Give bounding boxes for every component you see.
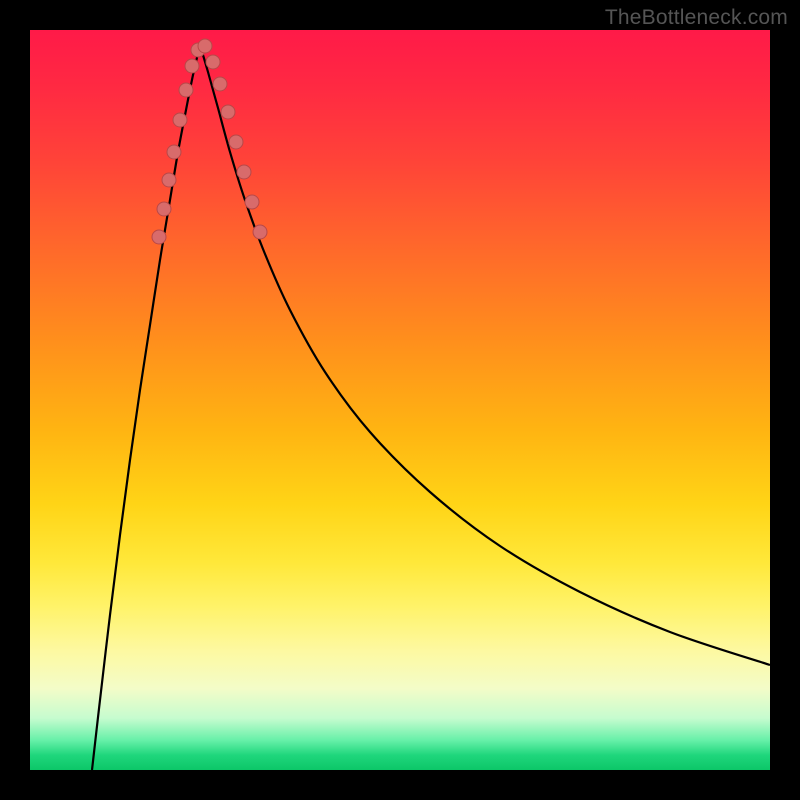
curve-marker: [253, 225, 267, 239]
curve-marker: [221, 105, 235, 119]
chart-frame: TheBottleneck.com: [0, 0, 800, 800]
curve-marker: [167, 145, 181, 159]
curve-marker: [213, 77, 227, 91]
curve-marker: [198, 39, 212, 53]
plot-area: [30, 30, 770, 770]
curve-marker: [185, 59, 199, 73]
curve-marker: [229, 135, 243, 149]
curve-marker: [179, 83, 193, 97]
curve-marker: [245, 195, 259, 209]
curve-left: [92, 45, 200, 770]
attribution-text: TheBottleneck.com: [605, 6, 788, 30]
curve-right: [200, 45, 770, 665]
curve-marker: [157, 202, 171, 216]
curve-svg: [30, 30, 770, 770]
curve-marker: [206, 55, 220, 69]
curve-marker: [173, 113, 187, 127]
curve-marker: [162, 173, 176, 187]
curve-marker: [237, 165, 251, 179]
curve-marker: [152, 230, 166, 244]
